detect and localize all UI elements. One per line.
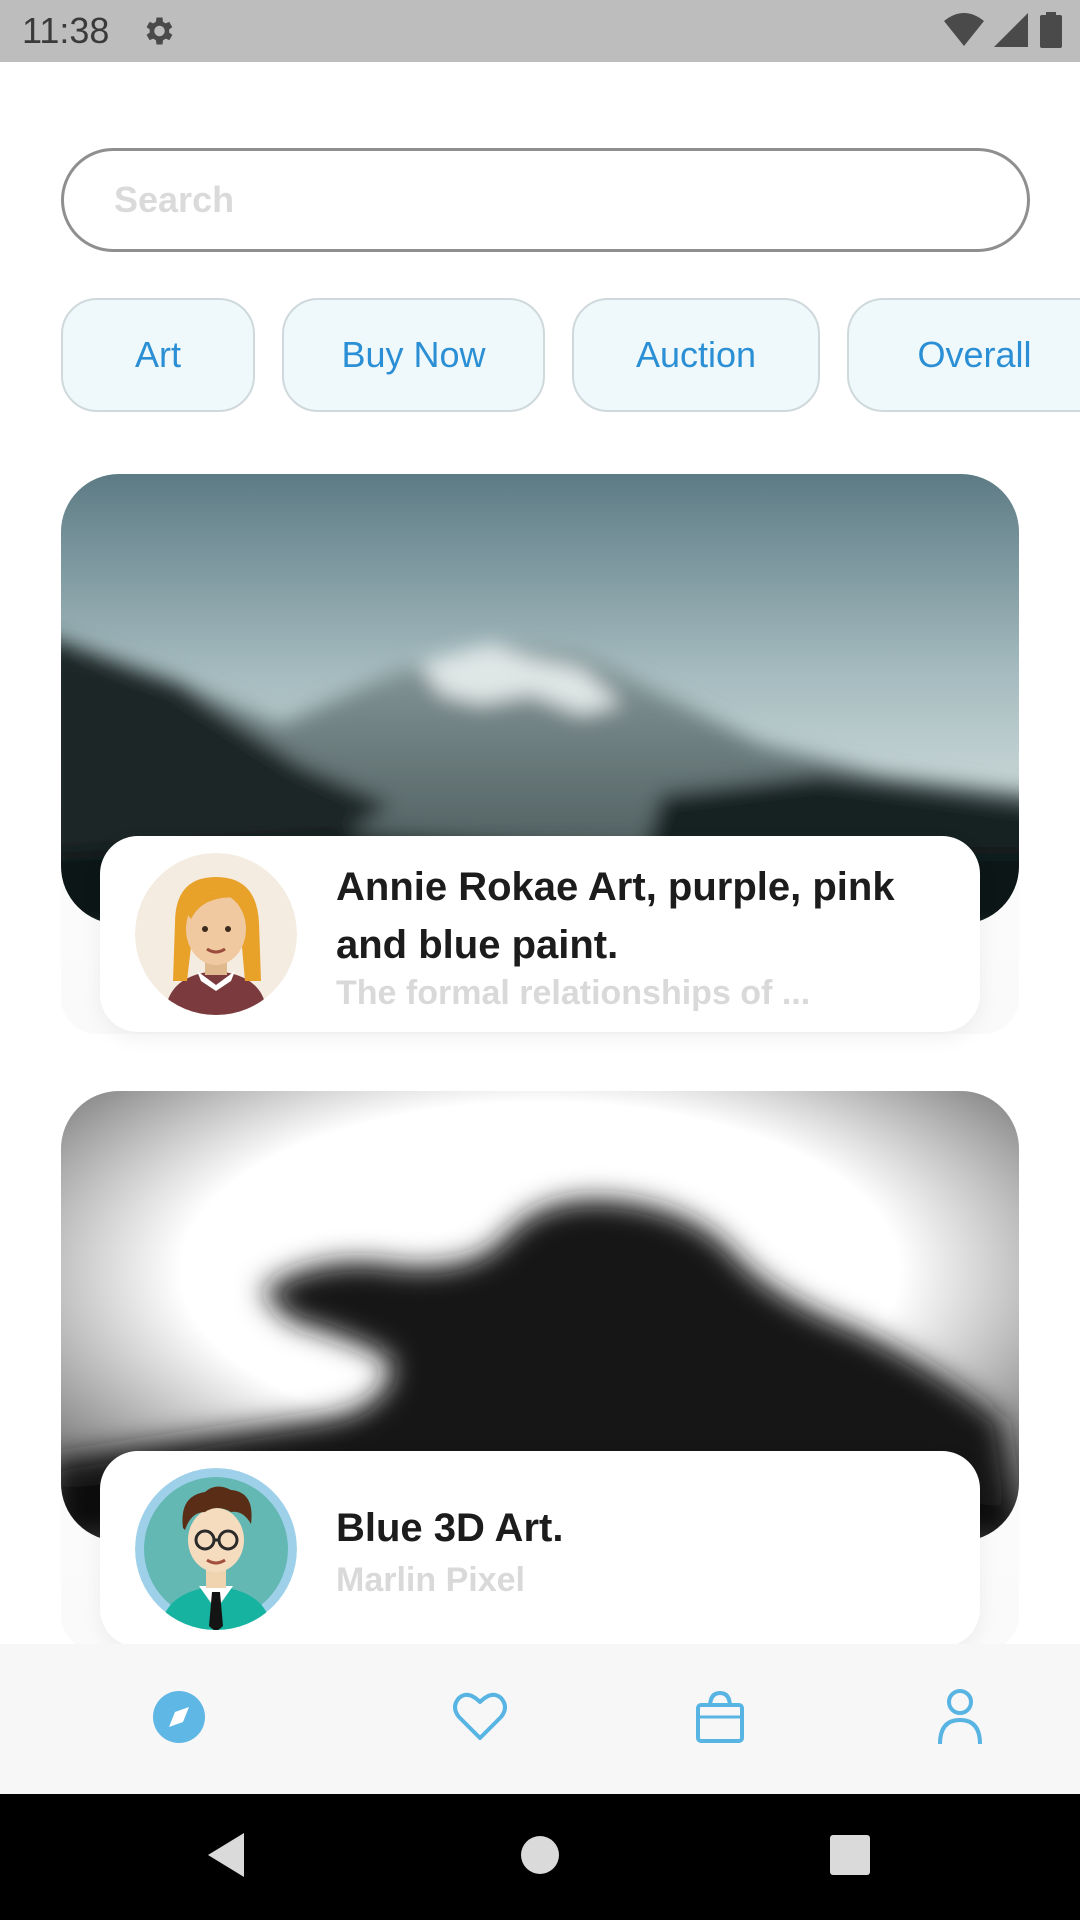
heart-icon	[452, 1691, 508, 1748]
man-avatar	[135, 1468, 297, 1630]
chip-label: Auction	[635, 334, 757, 375]
art-card[interactable]: Annie Rokae Art, purple, pink and blue p…	[61, 474, 1019, 1034]
home-button[interactable]	[480, 1794, 600, 1920]
card-info: Annie Rokae Art, purple, pink and blue p…	[100, 836, 980, 1032]
nav-explore[interactable]	[119, 1644, 239, 1794]
home-icon	[519, 1834, 561, 1881]
bottom-nav	[0, 1644, 1080, 1794]
card-title: Annie Rokae Art, purple, pink and blue p…	[336, 865, 895, 967]
filter-chip-art[interactable]: Art	[61, 298, 255, 412]
card-info: Blue 3D Art. Marlin Pixel	[100, 1451, 980, 1647]
system-nav	[0, 1794, 1080, 1920]
chip-label: Art	[134, 334, 181, 375]
status-icons	[944, 11, 1062, 53]
recents-icon	[830, 1834, 870, 1880]
back-button[interactable]	[166, 1794, 286, 1920]
chip-label: Buy Now	[341, 334, 486, 375]
battery-icon	[1040, 11, 1062, 53]
card-title: Blue 3D Art.	[336, 1506, 564, 1550]
search-input[interactable]	[112, 151, 972, 249]
filter-chip-auction[interactable]: Auction	[572, 298, 820, 412]
woman-avatar	[135, 853, 297, 1015]
card-subtitle: Marlin Pixel	[336, 1561, 525, 1599]
art-card[interactable]: Blue 3D Art. Marlin Pixel	[61, 1091, 1019, 1651]
card-subtitle: The formal relationships of ...	[336, 974, 811, 1012]
profile-icon	[936, 1688, 984, 1751]
filter-chip-buy-now[interactable]: Buy Now	[282, 298, 545, 412]
nav-cart[interactable]	[660, 1644, 780, 1794]
compass-icon	[151, 1689, 207, 1750]
gear-icon	[140, 13, 176, 49]
chip-label: Overall	[917, 334, 1032, 375]
search-box[interactable]	[61, 148, 1030, 252]
filter-chip-overall[interactable]: Overall	[847, 298, 1080, 412]
status-time: 11:38	[22, 10, 110, 51]
nav-favorites[interactable]	[420, 1644, 540, 1794]
recents-button[interactable]	[790, 1794, 910, 1920]
nav-profile[interactable]	[900, 1644, 1020, 1794]
wifi-icon	[944, 12, 984, 52]
shopping-bag-icon	[694, 1689, 746, 1750]
back-icon	[204, 1831, 248, 1884]
signal-icon	[994, 12, 1030, 52]
status-bar: 11:38	[0, 0, 1080, 62]
